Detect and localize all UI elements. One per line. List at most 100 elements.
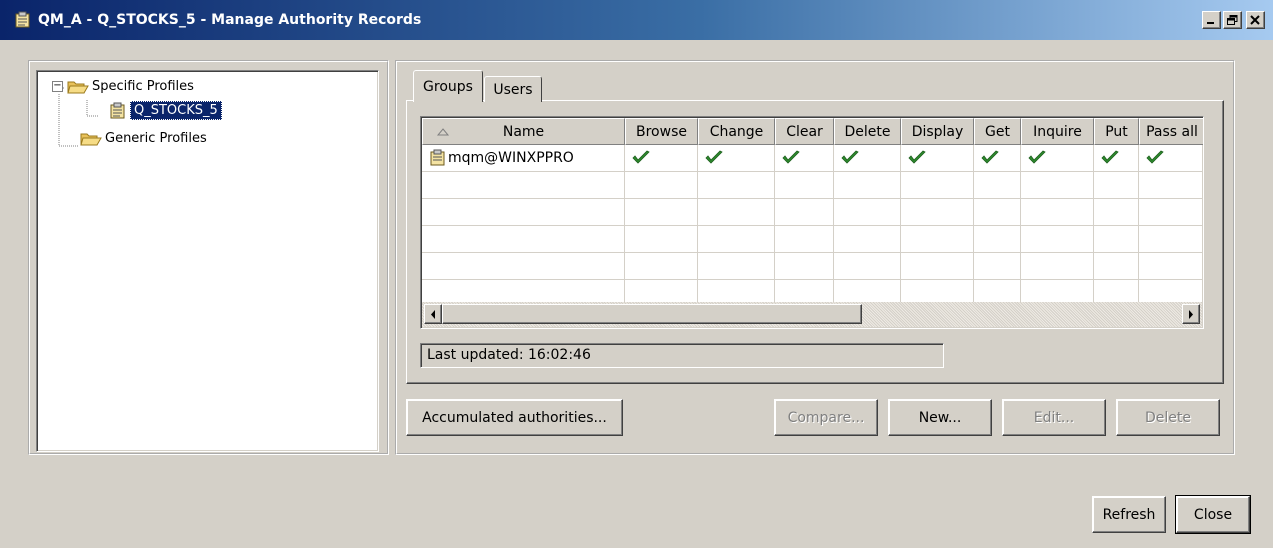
cell-name xyxy=(422,172,625,199)
cell-permission xyxy=(698,199,775,226)
cell-permission xyxy=(775,145,834,172)
refresh-button[interactable]: Refresh xyxy=(1092,496,1166,533)
tree-node-generic-profiles[interactable]: Generic Profiles xyxy=(80,130,210,147)
cell-permission xyxy=(901,226,974,253)
tree-label: Generic Profiles xyxy=(105,131,207,146)
close-window-button[interactable] xyxy=(1246,11,1265,29)
cell-permission xyxy=(901,145,974,172)
status-text: Last updated: 16:02:46 xyxy=(427,347,591,363)
delete-button[interactable]: Delete xyxy=(1116,399,1220,436)
collapse-icon[interactable]: − xyxy=(52,81,63,92)
cell-permission xyxy=(901,199,974,226)
authority-records-icon xyxy=(15,11,30,28)
checkmark-icon xyxy=(782,150,800,164)
checkmark-icon xyxy=(705,150,723,164)
cell-permission xyxy=(974,199,1021,226)
scroll-thumb[interactable] xyxy=(442,304,862,324)
button-label: New... xyxy=(918,409,962,426)
cell-permission xyxy=(834,145,901,172)
cell-permission xyxy=(974,226,1021,253)
cell-permission xyxy=(625,172,698,199)
column-header-label: Display xyxy=(911,123,964,140)
sort-ascending-icon xyxy=(436,127,450,135)
column-header-pass-all[interactable]: Pass all xyxy=(1139,118,1203,145)
tab-label: Groups xyxy=(423,78,473,95)
close-button[interactable]: Close xyxy=(1175,495,1251,534)
cell-permission xyxy=(1139,226,1203,253)
checkmark-icon xyxy=(908,150,926,164)
cell-permission xyxy=(901,253,974,280)
title-bar[interactable]: QM_A - Q_STOCKS_5 - Manage Authority Rec… xyxy=(0,0,1273,40)
window-title: QM_A - Q_STOCKS_5 - Manage Authority Rec… xyxy=(38,12,422,28)
cell-name xyxy=(422,226,625,253)
column-header-change[interactable]: Change xyxy=(698,118,775,145)
column-header-display[interactable]: Display xyxy=(901,118,974,145)
column-header-label: Get xyxy=(985,123,1010,140)
column-header-inquire[interactable]: Inquire xyxy=(1021,118,1094,145)
cell-permission xyxy=(625,199,698,226)
cell-permission xyxy=(834,226,901,253)
edit-button[interactable]: Edit... xyxy=(1002,399,1106,436)
cell-permission xyxy=(1094,226,1139,253)
column-header-label: Browse xyxy=(636,123,687,140)
button-label: Edit... xyxy=(1033,409,1075,426)
column-header-name[interactable]: Name xyxy=(422,118,625,145)
cell-permission xyxy=(1139,253,1203,280)
column-header-label: Pass all xyxy=(1146,123,1198,140)
button-label: Compare... xyxy=(787,409,865,426)
column-header-get[interactable]: Get xyxy=(974,118,1021,145)
scroll-left-button[interactable] xyxy=(424,304,442,324)
cell-permission xyxy=(698,145,775,172)
new-button[interactable]: New... xyxy=(888,399,992,436)
cell-permission xyxy=(1021,199,1094,226)
cell-permission xyxy=(1094,172,1139,199)
cell-permission xyxy=(834,253,901,280)
tree-node-q-stocks-5[interactable]: Q_STOCKS_5 xyxy=(108,101,222,120)
column-header-label: Name xyxy=(502,123,545,140)
checkmark-icon xyxy=(1146,150,1164,164)
cell-permission xyxy=(1021,253,1094,280)
tree-label: Specific Profiles xyxy=(92,79,194,94)
column-header-label: Inquire xyxy=(1033,123,1082,140)
checkmark-icon xyxy=(1101,150,1119,164)
cell-permission xyxy=(1139,145,1203,172)
table-row-empty xyxy=(422,199,1203,226)
authority-table[interactable]: Name Browse Change Clear Delete Display … xyxy=(420,116,1204,329)
group-icon xyxy=(430,149,445,166)
column-header-label: Clear xyxy=(786,123,823,140)
cell-permission xyxy=(625,226,698,253)
cell-permission xyxy=(974,253,1021,280)
column-header-label: Change xyxy=(709,123,764,140)
arrow-left-icon xyxy=(431,309,435,319)
compare-button[interactable]: Compare... xyxy=(774,399,878,436)
accumulated-authorities-button[interactable]: Accumulated authorities... xyxy=(406,399,623,436)
column-header-delete[interactable]: Delete xyxy=(834,118,901,145)
cell-permission xyxy=(775,226,834,253)
restore-button[interactable] xyxy=(1223,11,1242,29)
horizontal-scrollbar[interactable] xyxy=(422,302,1202,327)
column-header-label: Put xyxy=(1105,123,1128,140)
column-header-put[interactable]: Put xyxy=(1094,118,1139,145)
table-row-empty xyxy=(422,226,1203,253)
button-label: Close xyxy=(1193,506,1233,523)
tab-label: Users xyxy=(493,81,533,98)
cell-permission xyxy=(698,226,775,253)
restore-icon xyxy=(1227,15,1238,25)
column-header-clear[interactable]: Clear xyxy=(775,118,834,145)
button-label: Refresh xyxy=(1102,506,1156,523)
checkmark-icon xyxy=(841,150,859,164)
scroll-right-button[interactable] xyxy=(1182,304,1200,324)
table-row-empty xyxy=(422,172,1203,199)
button-label: Accumulated authorities... xyxy=(422,409,607,426)
cell-permission xyxy=(775,253,834,280)
tree-node-specific-profiles[interactable]: − Specific Profiles xyxy=(52,78,197,95)
tab-users[interactable]: Users xyxy=(484,76,542,102)
tab-groups[interactable]: Groups xyxy=(413,70,483,102)
cell-permission xyxy=(1021,145,1094,172)
cell-permission xyxy=(1021,172,1094,199)
arrow-right-icon xyxy=(1189,309,1193,319)
table-row[interactable]: mqm@WINXPPRO xyxy=(422,145,1203,172)
minimize-button[interactable] xyxy=(1202,11,1221,29)
column-header-browse[interactable]: Browse xyxy=(625,118,698,145)
column-header-label: Delete xyxy=(844,123,891,140)
